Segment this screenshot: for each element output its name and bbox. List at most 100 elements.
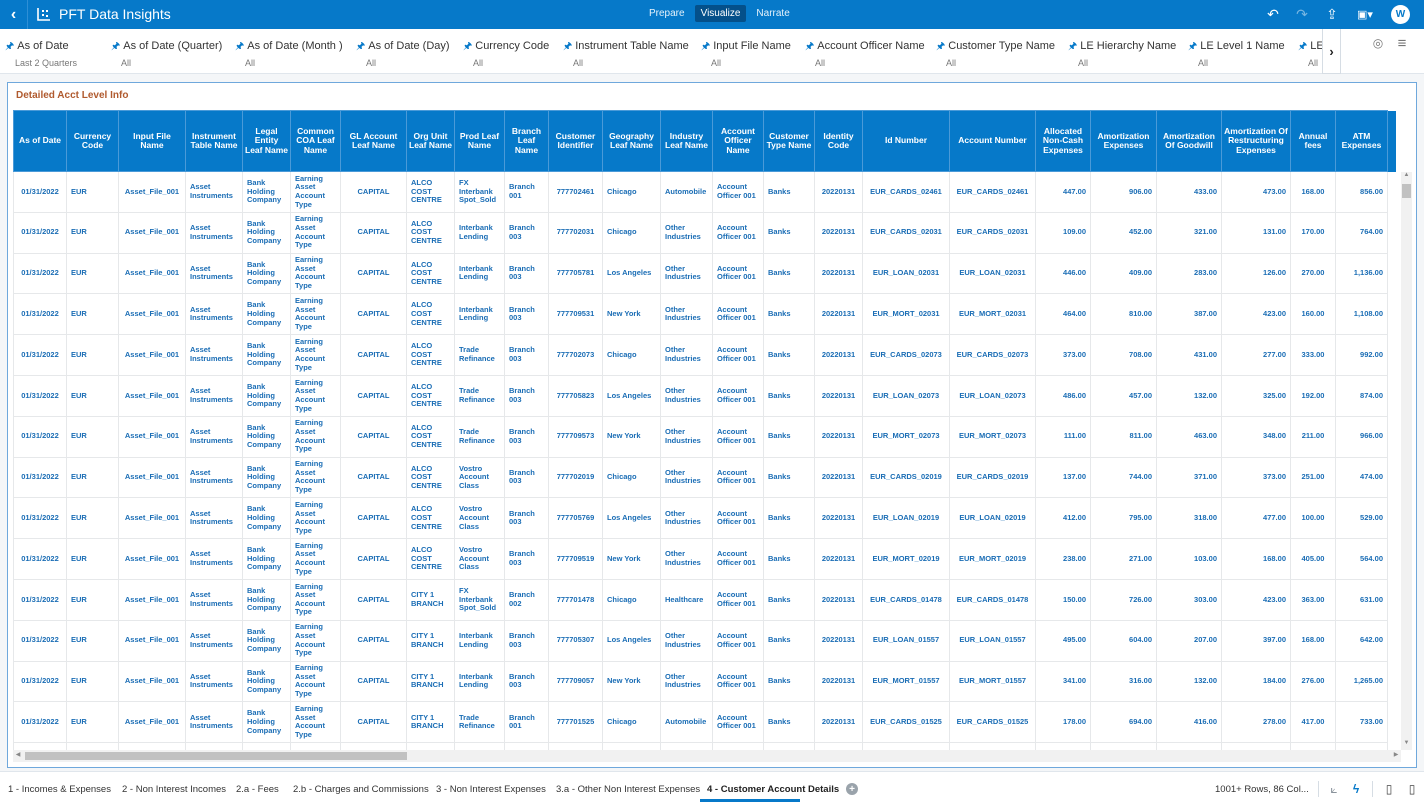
mode-narrate[interactable]: Narrate xyxy=(750,5,795,22)
table-row[interactable]: 01/31/2022 EUR Asset_File_001 Asset Instrum… xyxy=(13,578,1396,621)
horizontal-scroll-thumb[interactable] xyxy=(25,752,407,760)
horizontal-scrollbar[interactable]: ◀ ▶ xyxy=(13,750,1401,762)
column-header[interactable]: Industry Leaf Name xyxy=(660,110,713,172)
table-cell: Asset_File_001 xyxy=(118,211,186,254)
table-row[interactable]: 01/31/2022 EUR Asset_File_001 Asset Instrum… xyxy=(13,456,1396,499)
column-header[interactable]: Allocated Non-Cash Expenses xyxy=(1035,110,1091,172)
column-header[interactable]: Amortization Of Restructuring Expenses xyxy=(1221,110,1291,172)
column-header[interactable]: Annual fees xyxy=(1290,110,1336,172)
tab-charges-commissions[interactable]: 2.b - Charges and Commissions xyxy=(293,784,429,795)
user-avatar[interactable]: W xyxy=(1391,5,1410,24)
vertical-scroll-thumb[interactable] xyxy=(1402,184,1411,198)
table-cell: 20220131 xyxy=(814,456,863,499)
column-header[interactable]: Identity Code xyxy=(814,110,863,172)
table-cell: Account Officer 001 xyxy=(712,538,764,580)
column-header[interactable]: Customer Type Name xyxy=(763,110,815,172)
table-cell: Chicago xyxy=(602,578,661,621)
vertical-scrollbar[interactable]: ▲ ▼ xyxy=(1401,172,1412,750)
table-row[interactable]: 01/31/2022 EUR Asset_File_001 Asset Instrum… xyxy=(13,538,1396,580)
save-menu-icon[interactable]: ▣▾ xyxy=(1352,6,1378,22)
scroll-right-icon[interactable]: ▶ xyxy=(1391,751,1401,761)
tab-non-interest-incomes[interactable]: 2 - Non Interest Incomes xyxy=(122,784,226,795)
redo-icon[interactable]: ↷ xyxy=(1294,6,1310,22)
table-cell: 464.00 xyxy=(1035,293,1091,336)
table-row[interactable]: 01/31/2022 EUR Asset_File_001 Asset Instrum… xyxy=(13,334,1396,376)
add-canvas-button[interactable]: + xyxy=(846,783,858,795)
tab-non-interest-expenses[interactable]: 3 - Non Interest Expenses xyxy=(436,784,546,795)
toggle-right-panel-icon[interactable]: ▯ xyxy=(1405,782,1419,796)
table-cell: 100.00 xyxy=(1290,497,1336,540)
table-cell: EUR_MORT_02073 xyxy=(949,415,1036,458)
undo-icon[interactable]: ↶ xyxy=(1265,6,1281,22)
column-header[interactable]: GL Account Leaf Name xyxy=(340,110,407,172)
table-cell: 811.00 xyxy=(1090,415,1157,458)
table-cell: Trade Refinance xyxy=(454,374,505,417)
table-row[interactable]: 01/31/2022 EUR Asset_File_001 Asset Instrum… xyxy=(13,293,1396,336)
table-row[interactable]: 01/31/2022 EUR Asset_File_001 Asset Instrum… xyxy=(13,252,1396,295)
table-row[interactable]: 01/31/2022 EUR Asset_File_001 Asset Instrum… xyxy=(13,701,1396,744)
column-header[interactable]: ATM Expenses xyxy=(1335,110,1388,172)
column-header[interactable]: Currency Code xyxy=(66,110,119,172)
table-row[interactable]: 01/31/2022 EUR Asset_File_001 Asset Instrum… xyxy=(13,374,1396,417)
column-header[interactable]: Amortization Of Goodwill xyxy=(1156,110,1222,172)
table-row[interactable]: 01/31/2022 EUR Asset_File_001 Asset Instrum… xyxy=(13,497,1396,540)
table-cell: Bank Holding Company xyxy=(242,456,291,499)
row-spacer xyxy=(1387,661,1396,702)
column-header[interactable]: As of Date xyxy=(13,110,67,172)
column-header[interactable]: Amortization Expenses xyxy=(1090,110,1157,172)
table-cell: Earning Asset Account Type xyxy=(290,293,341,336)
auto-insights-icon[interactable]: ϟ xyxy=(1349,782,1363,796)
scroll-up-icon[interactable]: ▲ xyxy=(1401,172,1412,182)
tab-customer-account-details[interactable]: 4 - Customer Account Details xyxy=(707,784,839,795)
tab-fees[interactable]: 2.a - Fees xyxy=(236,784,279,795)
column-header[interactable]: Prod Leaf Name xyxy=(454,110,505,172)
column-header[interactable]: Geography Leaf Name xyxy=(602,110,661,172)
table-cell: Asset Instruments xyxy=(185,252,243,295)
mode-visualize[interactable]: Visualize xyxy=(694,5,747,22)
toggle-left-panel-icon[interactable]: ▯ xyxy=(1382,782,1396,796)
table-cell: Account Officer 001 xyxy=(712,660,764,703)
column-header[interactable]: Account Number xyxy=(949,110,1036,172)
table-cell: 405.00 xyxy=(1290,538,1336,580)
table-cell: Banks xyxy=(763,497,815,540)
scroll-down-icon[interactable]: ▼ xyxy=(1401,740,1412,750)
column-header[interactable]: Instrument Table Name xyxy=(185,110,243,172)
filter-menu-icon[interactable]: ≡ xyxy=(1395,35,1409,52)
table-row[interactable]: 01/31/2022 EUR Asset_File_001 Asset Instrum… xyxy=(13,619,1396,662)
column-header[interactable]: Id Number xyxy=(862,110,950,172)
table-visualization[interactable]: Detailed Acct Level Info As of Date Curre… xyxy=(7,82,1417,768)
column-header[interactable]: Branch Leaf Name xyxy=(504,110,549,172)
table-cell: 387.00 xyxy=(1156,293,1222,336)
table-row[interactable]: 01/31/2022 EUR Asset_File_001 Asset Instrum… xyxy=(13,660,1396,703)
tab-other-non-interest-expenses[interactable]: 3.a - Other Non Interest Expenses xyxy=(556,784,700,795)
table-cell: CAPITAL xyxy=(340,660,407,703)
back-button[interactable]: ‹ xyxy=(0,0,28,29)
table-cell: 20220131 xyxy=(814,374,863,417)
column-header[interactable]: Org Unit Leaf Name xyxy=(406,110,455,172)
export-icon[interactable]: ⇪ xyxy=(1324,6,1340,22)
column-header[interactable]: Common COA Leaf Name xyxy=(290,110,341,172)
table-cell: Asset Instruments xyxy=(185,374,243,417)
table-row[interactable]: Earning xyxy=(13,742,1396,750)
filter-le-truncated[interactable]: 🖈LE All xyxy=(1298,29,1322,73)
table-cell: EUR xyxy=(66,252,119,295)
column-header[interactable]: Customer Identifier xyxy=(548,110,603,172)
tab-incomes-expenses[interactable]: 1 - Incomes & Expenses xyxy=(8,784,111,795)
column-header[interactable]: Legal Entity Leaf Name xyxy=(242,110,291,172)
table-cell: EUR_MORT_01557 xyxy=(862,660,950,703)
table-cell: Asset Instruments xyxy=(185,415,243,458)
table-cell: EUR_LOAN_02019 xyxy=(949,497,1036,540)
table-row[interactable]: 01/31/2022 EUR Asset_File_001 Asset Instrum… xyxy=(13,211,1396,254)
scroll-left-icon[interactable]: ◀ xyxy=(13,751,23,761)
table-cell: Asset_File_001 xyxy=(118,538,186,580)
table-row[interactable]: 01/31/2022 EUR Asset_File_001 Asset Instrum… xyxy=(13,415,1396,458)
table-row[interactable]: 01/31/2022 EUR Asset_File_001 Asset Instrum… xyxy=(13,171,1396,213)
table-cell: Vostro Account Class xyxy=(454,456,505,499)
column-header[interactable]: Account Officer Name xyxy=(712,110,764,172)
mode-prepare[interactable]: Prepare xyxy=(643,5,691,22)
auto-apply-icon[interactable]: ◎ xyxy=(1371,36,1385,50)
column-header[interactable]: Input File Name xyxy=(118,110,186,172)
grammar-panel-icon[interactable]: ⟀ xyxy=(1327,782,1341,796)
filter-scroll-next-button[interactable]: › xyxy=(1322,29,1341,74)
table-cell: Branch 001 xyxy=(504,171,549,213)
